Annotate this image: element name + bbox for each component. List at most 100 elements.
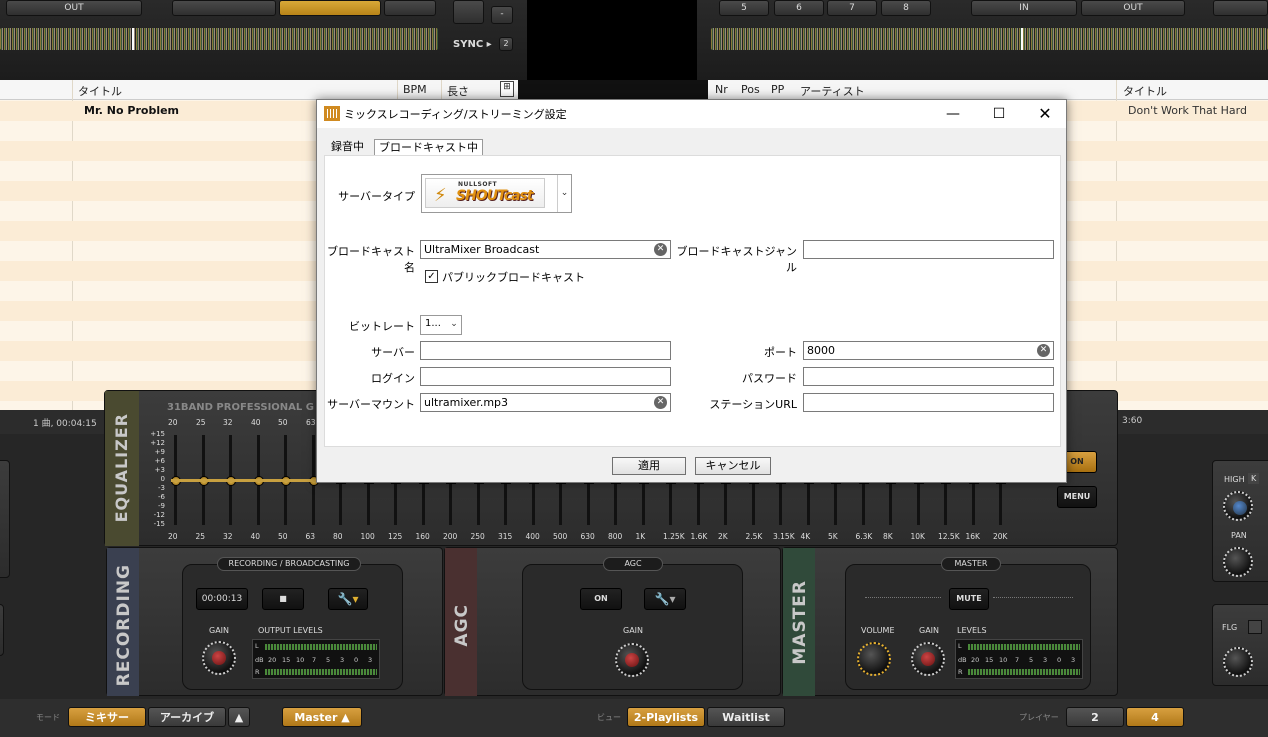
eq-frequency-label: 2.5K [745,532,763,541]
hotcue-8[interactable]: 8 [881,0,931,16]
col-title[interactable]: タイトル [78,83,122,99]
volume-knob[interactable] [857,642,891,676]
station-url-input[interactable] [803,393,1054,412]
cancel-button[interactable]: キャンセル [695,457,771,475]
eq-menu-button[interactable]: MENU [1057,486,1097,508]
master-button[interactable]: Master ▲ [282,707,362,727]
dialog-title: ミックスレコーディング/ストリーミング設定 [344,108,567,121]
master-gain-knob[interactable] [911,642,945,676]
hotcue-5[interactable]: 5 [719,0,769,16]
deck-button-right-end[interactable] [1213,0,1268,16]
waveform-left[interactable] [0,28,438,50]
agc-gain-knob[interactable] [615,643,649,677]
pitch-minus-button[interactable]: - [491,6,513,24]
flg-toggle[interactable] [1248,620,1262,634]
in-button-right[interactable]: IN [971,0,1077,16]
two-playlists-button[interactable]: 2-Playlists [627,707,705,727]
meter-tick: 20 [268,656,277,664]
col-length[interactable]: 長さ [447,83,469,99]
meter-tick: 10 [296,656,305,664]
bitrate-select[interactable]: 1... ⌄ [420,315,462,335]
mute-button[interactable]: MUTE [949,588,989,610]
waveform-cursor-right [1021,28,1023,50]
port-input[interactable]: 8000 ✕ [803,341,1054,360]
out-button-right[interactable]: OUT [1081,0,1185,16]
eq-title: 31BAND PROFESSIONAL G [167,402,314,413]
tab-recording[interactable]: 録音中 [327,139,368,155]
chevron-down-icon[interactable]: ⌄ [447,316,461,334]
deck-button-left-2[interactable] [172,0,276,16]
player-2-button[interactable]: 2 [1066,707,1124,727]
col-bpm[interactable]: BPM [403,83,427,96]
broadcast-genre-input[interactable] [803,240,1054,259]
eq-scale-tick: -15 [153,520,165,528]
waitlist-button[interactable]: Waitlist [707,707,785,727]
equalizer-label: EQUALIZER [112,413,131,523]
col-pos[interactable]: Pos [741,83,760,96]
pitch-fader[interactable] [453,0,484,24]
sync-button[interactable]: SYNC ▸ [453,39,492,50]
eq-scale-tick: +6 [154,457,165,465]
col-nr[interactable]: Nr [715,83,728,96]
high-knob[interactable] [1223,491,1253,521]
eq-top-freq: 63 [306,418,316,427]
server-mount-input[interactable]: ultramixer.mp3 ✕ [420,393,671,412]
tab-broadcasting[interactable]: ブロードキャスト中 [374,139,483,155]
server-mount-label: サーバーマウント [327,398,415,411]
clear-icon[interactable]: ✕ [1037,344,1050,357]
col-pp[interactable]: PP [771,83,784,96]
login-input[interactable] [420,367,671,386]
recording-gain-knob[interactable] [202,641,236,675]
eq-frequency-label: 1K [635,532,646,541]
hotcue-7[interactable]: 7 [827,0,877,16]
column-menu-icon[interactable]: ⊞ [500,81,514,97]
left-playlist-status: 1 曲, 00:04:15 [33,419,97,429]
col-title-right[interactable]: タイトル [1123,83,1167,99]
mixer-mode-button[interactable]: ミキサー [68,707,146,727]
hotcue-6[interactable]: 6 [774,0,824,16]
col-artist[interactable]: アーティスト [800,83,865,99]
player-4-button[interactable]: 4 [1126,707,1184,727]
eq-frequency-label: 1.25K [663,532,685,541]
close-icon[interactable]: ✕ [1035,104,1055,124]
maximize-icon[interactable]: ☐ [989,104,1009,124]
agc-title: AGC [603,557,663,571]
meter-tick: 3 [1043,656,1048,664]
cue-button-left[interactable] [279,0,381,16]
meter-tick: 5 [1029,656,1034,664]
clear-icon[interactable]: ✕ [654,243,667,256]
stop-button[interactable]: ■ [262,588,304,610]
password-input[interactable] [803,367,1054,386]
server-type-select[interactable]: ⚡ NULLSOFT SHOUTcast ⌄ [421,174,572,213]
meter-bar-r [968,669,1080,675]
eq-frequency-label: 2K [718,532,728,541]
eq-top-freq: 50 [278,418,288,427]
agc-settings-wrench-icon[interactable]: 🔧▾ [644,588,686,610]
agc-gain-label: GAIN [623,626,644,635]
meter-tick: 0 [354,656,359,664]
broadcast-name-input[interactable]: UltraMixer Broadcast ✕ [420,240,671,259]
clear-icon[interactable]: ✕ [654,396,667,409]
pan-knob[interactable] [1223,547,1253,577]
pan-label: PAN [1231,531,1247,540]
waveform-right[interactable] [711,28,1268,50]
minimize-icon[interactable]: — [943,104,963,124]
apply-button[interactable]: 適用 [612,457,686,475]
app-icon [324,106,340,121]
eq-scale-tick: +12 [150,439,165,447]
flg-knob[interactable] [1223,647,1253,677]
master-levels-label: LEVELS [957,626,987,635]
mode-expand-button[interactable]: ▲ [228,707,250,727]
server-input[interactable] [420,341,671,360]
chevron-down-icon[interactable]: ⌄ [557,175,571,212]
sync-number[interactable]: 2 [499,37,513,51]
out-button-left[interactable]: OUT [6,0,142,16]
public-broadcast-checkbox[interactable]: ✓ [425,270,438,283]
deck-button-left-4[interactable] [384,0,436,16]
settings-wrench-icon[interactable]: 🔧▾ [328,588,368,610]
archive-mode-button[interactable]: アーカイブ [148,707,226,727]
kill-button[interactable]: K [1248,473,1260,484]
dialog-titlebar[interactable]: ミックスレコーディング/ストリーミング設定 — ☐ ✕ [317,100,1066,128]
public-broadcast-label[interactable]: パブリックブロードキャスト [442,269,585,285]
agc-on-button[interactable]: ON [580,588,622,610]
